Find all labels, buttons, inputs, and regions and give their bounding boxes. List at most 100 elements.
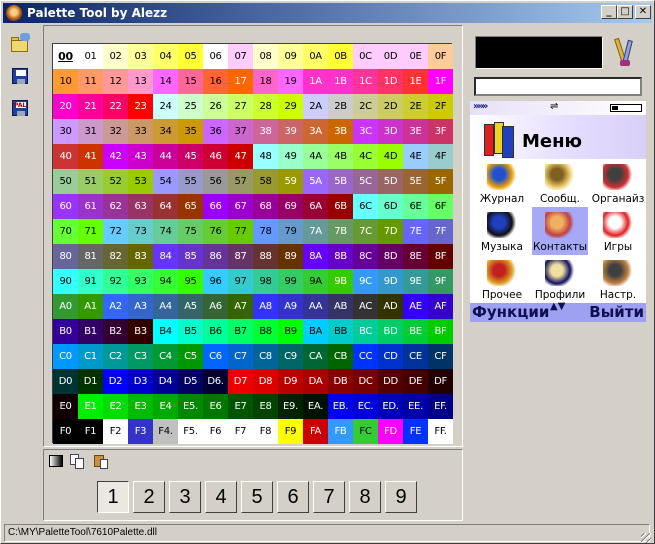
phone-app-0[interactable]: Журнал bbox=[474, 159, 530, 207]
palette-cell[interactable]: 5B bbox=[328, 169, 353, 194]
palette-cell[interactable]: D2 bbox=[103, 369, 128, 394]
palette-cell[interactable]: 84 bbox=[153, 244, 178, 269]
palette-cell[interactable]: 6A bbox=[303, 194, 328, 219]
palette-cell[interactable]: 48 bbox=[253, 144, 278, 169]
palette-cell[interactable]: 66 bbox=[203, 194, 228, 219]
palette-cell[interactable]: 44 bbox=[153, 144, 178, 169]
palette-cell[interactable]: 5A bbox=[303, 169, 328, 194]
palette-cell[interactable]: 7C bbox=[353, 219, 378, 244]
palette-cell[interactable]: 40 bbox=[53, 144, 78, 169]
palette-cell[interactable]: 3C bbox=[353, 119, 378, 144]
palette-cell[interactable]: 59 bbox=[278, 169, 303, 194]
palette-cell[interactable]: 83 bbox=[128, 244, 153, 269]
palette-cell[interactable]: B2 bbox=[103, 319, 128, 344]
page-button-5[interactable]: 5 bbox=[241, 481, 273, 513]
palette-cell[interactable]: 1B bbox=[328, 69, 353, 94]
palette-cell[interactable]: CF bbox=[428, 344, 453, 369]
palette-cell[interactable]: D0 bbox=[53, 369, 78, 394]
palette-cell[interactable]: B0 bbox=[53, 319, 78, 344]
palette-cell[interactable]: 65 bbox=[178, 194, 203, 219]
palette-cell[interactable]: 98 bbox=[253, 269, 278, 294]
palette-cell[interactable]: 3A bbox=[303, 119, 328, 144]
palette-cell[interactable]: AB bbox=[328, 294, 353, 319]
brushes-icon[interactable] bbox=[606, 34, 642, 70]
app-icon[interactable] bbox=[6, 5, 22, 21]
page-button-3[interactable]: 3 bbox=[169, 481, 201, 513]
palette-cell[interactable]: D9 bbox=[278, 369, 303, 394]
palette-cell[interactable]: F2 bbox=[103, 419, 128, 444]
palette-cell[interactable]: 4C bbox=[353, 144, 378, 169]
palette-cell[interactable]: BB bbox=[328, 319, 353, 344]
palette-cell[interactable]: E2 bbox=[103, 394, 128, 419]
phone-app-1[interactable]: Сообщ. bbox=[532, 159, 588, 207]
palette-cell[interactable]: B5 bbox=[178, 319, 203, 344]
palette-cell[interactable]: 10 bbox=[53, 69, 78, 94]
palette-cell[interactable]: 0D bbox=[378, 44, 403, 69]
palette-cell[interactable]: AE bbox=[403, 294, 428, 319]
palette-cell[interactable]: CE bbox=[403, 344, 428, 369]
palette-cell[interactable]: 7B bbox=[328, 219, 353, 244]
palette-cell[interactable]: 4A bbox=[303, 144, 328, 169]
palette-cell[interactable]: 4D bbox=[378, 144, 403, 169]
palette-cell[interactable]: E5. bbox=[178, 394, 203, 419]
palette-cell[interactable]: 47 bbox=[228, 144, 253, 169]
palette-cell[interactable]: 7E bbox=[403, 219, 428, 244]
close-button[interactable]: ✕ bbox=[635, 5, 651, 19]
palette-cell[interactable]: 14 bbox=[153, 69, 178, 94]
palette-cell[interactable]: 57 bbox=[228, 169, 253, 194]
palette-cell[interactable]: 58 bbox=[253, 169, 278, 194]
palette-cell[interactable]: 04 bbox=[153, 44, 178, 69]
palette-cell[interactable]: C3 bbox=[128, 344, 153, 369]
palette-cell[interactable]: B4 bbox=[153, 319, 178, 344]
palette-cell[interactable]: CA bbox=[303, 344, 328, 369]
palette-cell[interactable]: 18 bbox=[253, 69, 278, 94]
palette-cell[interactable]: C4 bbox=[153, 344, 178, 369]
palette-cell[interactable]: 90 bbox=[53, 269, 78, 294]
palette-cell[interactable]: F7 bbox=[228, 419, 253, 444]
softkey-right[interactable]: Выйти bbox=[589, 303, 644, 321]
palette-cell[interactable]: E7 bbox=[228, 394, 253, 419]
palette-cell[interactable]: 8A bbox=[303, 244, 328, 269]
palette-cell[interactable]: 09 bbox=[278, 44, 303, 69]
palette-cell[interactable]: 45 bbox=[178, 144, 203, 169]
palette-cell[interactable]: 32 bbox=[103, 119, 128, 144]
palette-cell[interactable]: 22 bbox=[103, 94, 128, 119]
palette-cell[interactable]: BD bbox=[378, 319, 403, 344]
palette-cell[interactable]: 27 bbox=[228, 94, 253, 119]
palette-cell[interactable]: 7A bbox=[303, 219, 328, 244]
palette-cell[interactable]: 24 bbox=[153, 94, 178, 119]
palette-cell[interactable]: DB bbox=[328, 369, 353, 394]
palette-cell[interactable]: 42 bbox=[103, 144, 128, 169]
palette-cell[interactable]: 72 bbox=[103, 219, 128, 244]
palette-cell[interactable]: 99 bbox=[278, 269, 303, 294]
palette-cell[interactable]: AA bbox=[303, 294, 328, 319]
page-button-7[interactable]: 7 bbox=[313, 481, 345, 513]
palette-cell[interactable]: C6 bbox=[203, 344, 228, 369]
palette-cell[interactable]: 7D bbox=[378, 219, 403, 244]
palette-cell[interactable]: AF bbox=[428, 294, 453, 319]
palette-cell[interactable]: 41 bbox=[78, 144, 103, 169]
palette-cell[interactable]: 60 bbox=[53, 194, 78, 219]
palette-cell[interactable]: E4 bbox=[153, 394, 178, 419]
palette-cell[interactable]: 16 bbox=[203, 69, 228, 94]
phone-app-3[interactable]: Музыка bbox=[474, 207, 530, 255]
palette-cell[interactable]: F0 bbox=[53, 419, 78, 444]
palette-cell[interactable]: 07 bbox=[228, 44, 253, 69]
palette-cell[interactable]: B1 bbox=[78, 319, 103, 344]
palette-cell[interactable]: 2E bbox=[403, 94, 428, 119]
palette-cell[interactable]: 12 bbox=[103, 69, 128, 94]
palette-cell[interactable]: 8C bbox=[353, 244, 378, 269]
palette-cell[interactable]: A2 bbox=[103, 294, 128, 319]
palette-cell[interactable]: 2B bbox=[328, 94, 353, 119]
palette-cell[interactable]: 00 bbox=[53, 44, 78, 69]
palette-cell[interactable]: 29 bbox=[278, 94, 303, 119]
palette-cell[interactable]: 0E bbox=[403, 44, 428, 69]
palette-cell[interactable]: C2 bbox=[103, 344, 128, 369]
palette-cell[interactable]: 02 bbox=[103, 44, 128, 69]
palette-cell[interactable]: DA bbox=[303, 369, 328, 394]
palette-cell[interactable]: 11 bbox=[78, 69, 103, 94]
palette-cell[interactable]: 88 bbox=[253, 244, 278, 269]
palette-cell[interactable]: BA bbox=[303, 319, 328, 344]
palette-cell[interactable]: AD bbox=[378, 294, 403, 319]
page-button-1[interactable]: 1 bbox=[97, 481, 129, 513]
